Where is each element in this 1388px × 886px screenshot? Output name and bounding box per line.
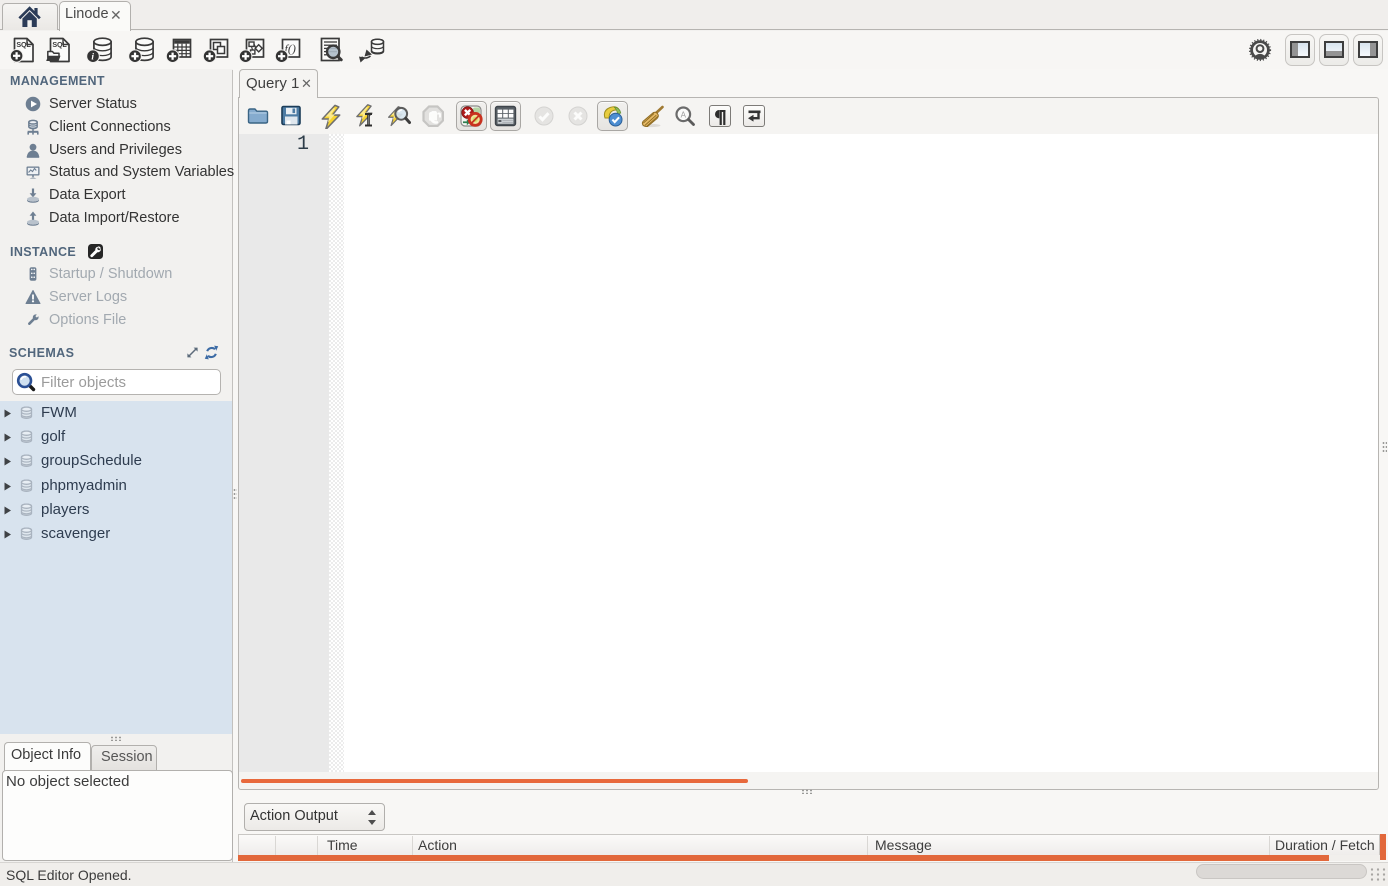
svg-text:A: A <box>681 110 687 119</box>
svg-text:i: i <box>91 53 94 63</box>
svg-text:SQL: SQL <box>52 40 67 49</box>
svg-text:SQL: SQL <box>16 40 31 49</box>
